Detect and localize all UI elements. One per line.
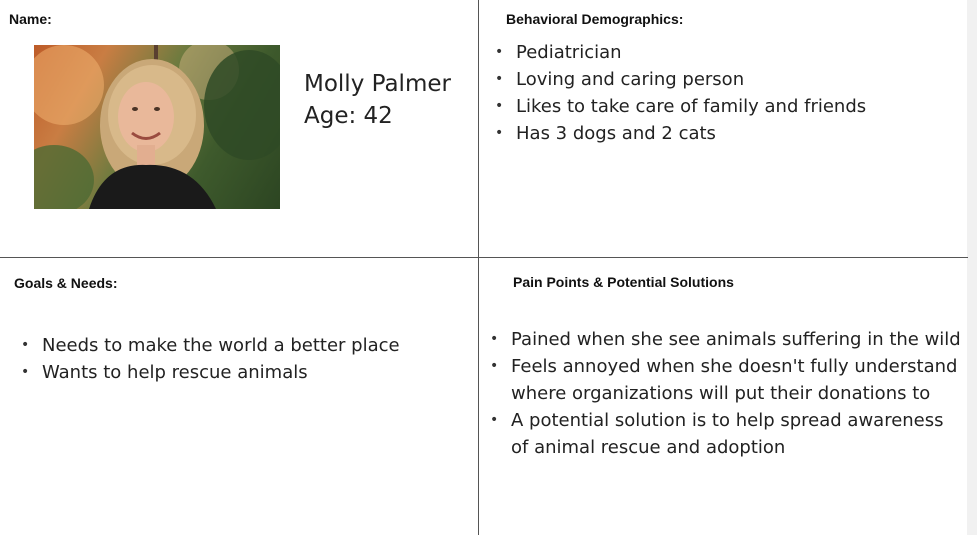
- name-heading: Name:: [9, 11, 52, 27]
- behavioral-list: Pediatrician Loving and caring person Li…: [491, 39, 961, 147]
- list-item: Pediatrician: [491, 39, 961, 66]
- pain-points-list: Pained when she see animals suffering in…: [486, 326, 964, 461]
- horizontal-divider: [0, 257, 968, 258]
- person-age: Age: 42: [304, 103, 393, 129]
- list-item: Needs to make the world a better place: [17, 332, 467, 359]
- list-item: Wants to help rescue animals: [17, 359, 467, 386]
- list-item: Pained when she see animals suffering in…: [486, 326, 964, 353]
- profile-photo: [34, 45, 280, 209]
- list-item: Likes to take care of family and friends: [491, 93, 961, 120]
- page-edge: [967, 0, 977, 535]
- person-name: Molly Palmer: [304, 71, 451, 97]
- vertical-divider: [478, 0, 479, 535]
- goals-list: Needs to make the world a better place W…: [17, 332, 467, 386]
- list-item: Feels annoyed when she doesn't fully und…: [486, 353, 964, 407]
- list-item: A potential solution is to help spread a…: [486, 407, 964, 461]
- pain-points-heading: Pain Points & Potential Solutions: [513, 274, 734, 290]
- list-item: Has 3 dogs and 2 cats: [491, 120, 961, 147]
- behavioral-heading: Behavioral Demographics:: [506, 11, 684, 27]
- goals-heading: Goals & Needs:: [14, 275, 118, 291]
- list-item: Loving and caring person: [491, 66, 961, 93]
